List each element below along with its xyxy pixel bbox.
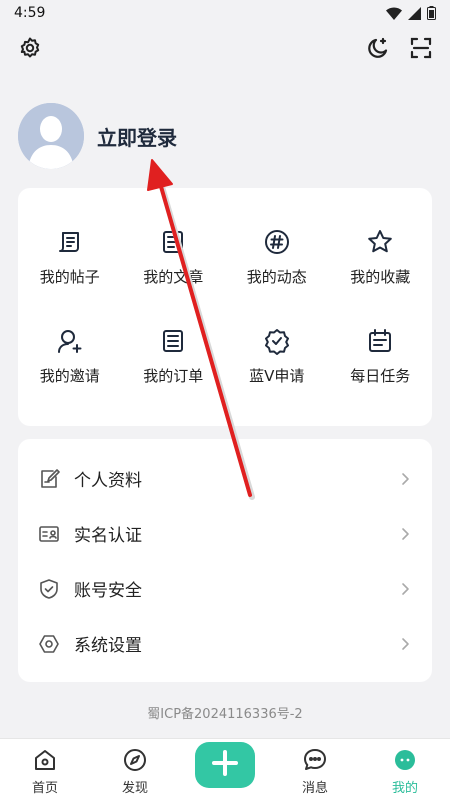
grid-item-my-posts[interactable]: 我的帖子 xyxy=(18,208,122,307)
grid-item-label: 我的收藏 xyxy=(350,268,411,286)
list-item-label: 系统设置 xyxy=(74,636,142,656)
invite-icon xyxy=(57,330,82,353)
id-card-icon xyxy=(39,525,59,542)
chevron-right-icon xyxy=(402,637,409,650)
tab-label: 我的 xyxy=(391,781,418,796)
gear-icon xyxy=(20,37,40,58)
profile-face-icon xyxy=(395,750,415,770)
grid-item-label: 我的文章 xyxy=(143,268,204,286)
star-icon xyxy=(368,230,393,253)
grid-item-daily-tasks[interactable]: 每日任务 xyxy=(329,307,433,406)
status-time: 4:59 xyxy=(14,5,46,21)
home-icon xyxy=(35,750,55,770)
grid-item-my-orders[interactable]: 我的订单 xyxy=(122,307,226,406)
grid-item-label: 我的邀请 xyxy=(39,367,100,385)
post-icon xyxy=(58,232,79,252)
add-post-button[interactable] xyxy=(195,742,255,788)
tab-messages[interactable]: 消息 xyxy=(280,747,350,796)
list-item-label: 账号安全 xyxy=(74,581,142,601)
bottom-tab-bar: 首页 发现 消息 我的 xyxy=(0,738,450,800)
scan-icon xyxy=(410,37,432,59)
login-link[interactable]: 立即登录 xyxy=(97,122,177,151)
grid-item-label: 蓝V申请 xyxy=(249,367,305,385)
plus-icon xyxy=(212,750,238,776)
status-bar: 4:59 xyxy=(0,0,450,26)
default-avatar-icon xyxy=(18,103,84,169)
hexagon-settings-icon xyxy=(39,634,59,653)
list-item-account-security[interactable]: 账号安全 xyxy=(18,561,432,616)
list-item-personal-info[interactable]: 个人资料 xyxy=(18,451,432,506)
verified-badge-icon xyxy=(264,329,289,355)
tab-label: 消息 xyxy=(301,781,328,796)
list-item-label: 实名认证 xyxy=(74,526,142,546)
order-icon xyxy=(163,330,184,352)
profile-header[interactable]: 立即登录 xyxy=(18,103,177,169)
avatar[interactable] xyxy=(18,103,84,169)
battery-icon xyxy=(427,6,436,20)
grid-item-blue-v-apply[interactable]: 蓝V申请 xyxy=(225,307,329,406)
grid-item-my-invites[interactable]: 我的邀请 xyxy=(18,307,122,406)
moon-icon xyxy=(368,37,388,58)
tab-label: 发现 xyxy=(121,781,148,796)
theme-toggle-button[interactable] xyxy=(365,35,391,61)
grid-item-label: 我的订单 xyxy=(143,367,204,385)
chevron-right-icon xyxy=(402,527,409,540)
edit-profile-icon xyxy=(41,468,60,488)
list-item-system-settings[interactable]: 系统设置 xyxy=(18,616,432,671)
calendar-icon xyxy=(369,329,392,352)
signal-icon xyxy=(408,6,421,20)
grid-item-my-articles[interactable]: 我的文章 xyxy=(122,208,226,307)
wifi-icon xyxy=(386,6,402,20)
grid-item-label: 我的帖子 xyxy=(39,268,100,286)
message-icon xyxy=(304,749,326,770)
chevron-right-icon xyxy=(402,472,409,485)
list-item-real-name-auth[interactable]: 实名认证 xyxy=(18,506,432,561)
scan-button[interactable] xyxy=(408,35,434,61)
tab-label: 首页 xyxy=(31,781,58,796)
compass-icon xyxy=(124,749,146,771)
settings-button[interactable] xyxy=(17,35,43,61)
status-icons xyxy=(386,6,436,20)
tab-me[interactable]: 我的 xyxy=(370,747,440,796)
chevron-right-icon xyxy=(402,582,409,595)
hashtag-icon xyxy=(264,230,289,254)
shield-icon xyxy=(40,578,58,599)
grid-item-label: 我的动态 xyxy=(246,268,307,286)
tab-discover[interactable]: 发现 xyxy=(100,747,170,796)
grid-item-label: 每日任务 xyxy=(350,367,411,385)
icp-record[interactable]: 蜀ICP备2024116336号-2 xyxy=(0,703,450,722)
tab-home[interactable]: 首页 xyxy=(10,747,80,796)
list-item-label: 个人资料 xyxy=(74,471,142,491)
quick-actions-card: 我的帖子 我的文章 我的动态 我的收藏 我的邀请 我的订单 蓝V申请 每日任务 xyxy=(18,188,432,426)
article-icon xyxy=(163,231,184,253)
tab-create[interactable] xyxy=(190,742,260,796)
grid-item-my-favorites[interactable]: 我的收藏 xyxy=(329,208,433,307)
grid-item-my-updates[interactable]: 我的动态 xyxy=(225,208,329,307)
settings-list-card: 个人资料 实名认证 账号安全 系统设置 xyxy=(18,439,432,682)
